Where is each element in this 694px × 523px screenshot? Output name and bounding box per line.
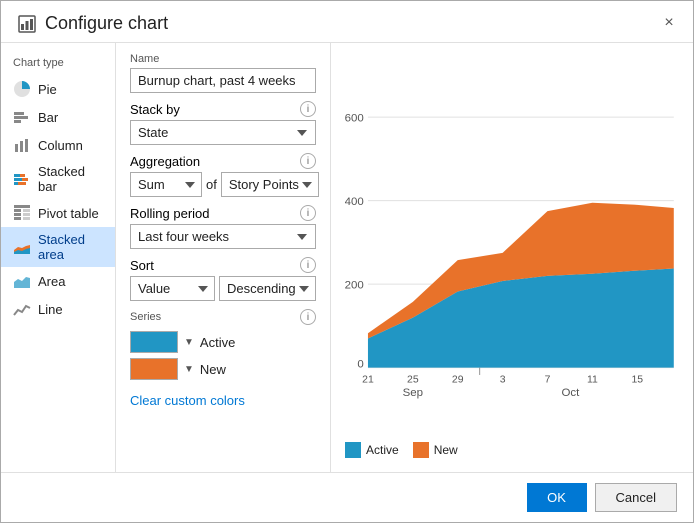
chart-type-pie[interactable]: Pie [1, 75, 115, 103]
sort-label: Sort [130, 258, 154, 273]
svg-text:11: 11 [587, 374, 598, 385]
series-new-color-swatch[interactable] [130, 358, 178, 380]
legend-color-new [413, 442, 429, 458]
series-active-name: Active [200, 335, 235, 350]
chart-type-column[interactable]: Column [1, 131, 115, 159]
stack-by-info-icon[interactable]: i [300, 101, 316, 117]
svg-text:29: 29 [452, 374, 464, 385]
chart-type-pivot-table-label: Pivot table [38, 206, 99, 221]
series-section: Series i ▼ Active ▼ New Clear custom col… [130, 309, 316, 408]
chart-type-line[interactable]: Line [1, 295, 115, 323]
rolling-period-select[interactable]: Last four weeks [130, 224, 316, 249]
aggregation-field-select[interactable]: Story Points [221, 172, 319, 197]
name-input[interactable] [130, 68, 316, 93]
chart-type-stacked-bar[interactable]: Stacked bar [1, 159, 115, 199]
ok-button[interactable]: OK [527, 483, 587, 512]
series-item-active: ▼ Active [130, 331, 316, 353]
chart-type-line-label: Line [38, 302, 63, 317]
svg-text:3: 3 [500, 374, 506, 385]
svg-text:7: 7 [545, 374, 551, 385]
aggregation-label: Aggregation [130, 154, 200, 169]
stack-by-field-header: Stack by i [130, 101, 316, 117]
chart-type-area-label: Area [38, 274, 65, 289]
rolling-period-field-header: Rolling period i [130, 205, 316, 221]
series-info-icon[interactable]: i [300, 309, 316, 325]
rolling-period-label: Rolling period [130, 206, 210, 221]
chart-type-label: Chart type [1, 53, 115, 75]
svg-text:Oct: Oct [562, 387, 581, 399]
series-new-name: New [200, 362, 226, 377]
cancel-button[interactable]: Cancel [595, 483, 677, 512]
svg-text:15: 15 [631, 374, 643, 385]
dialog-header: Configure chart × [1, 1, 693, 43]
chart-type-stacked-bar-label: Stacked bar [38, 164, 103, 194]
column-icon [13, 136, 31, 154]
rolling-period-info-icon[interactable]: i [300, 205, 316, 221]
legend-color-active [345, 442, 361, 458]
series-header: Series i [130, 309, 316, 325]
svg-text:600: 600 [345, 112, 364, 124]
name-label: Name [130, 53, 316, 65]
area-icon [13, 272, 31, 290]
sort-info-icon[interactable]: i [300, 257, 316, 273]
chart-area-active [368, 269, 674, 368]
sort-field-select[interactable]: Value [130, 276, 215, 301]
chart-type-pie-label: Pie [38, 82, 57, 97]
svg-text:0: 0 [357, 359, 363, 371]
dialog-footer: OK Cancel [1, 472, 693, 522]
chart-area: 600 400 200 0 21 25 [345, 53, 679, 436]
aggregation-of-text: of [206, 177, 217, 192]
series-new-chevron[interactable]: ▼ [184, 364, 194, 375]
chart-type-stacked-area-label: Stacked area [38, 232, 103, 262]
chart-type-panel: Chart type Pie [1, 43, 116, 472]
chart-type-stacked-area[interactable]: Stacked area [1, 227, 115, 267]
bar-icon [13, 108, 31, 126]
series-active-color-swatch[interactable] [130, 331, 178, 353]
legend-item-new: New [413, 442, 458, 458]
legend-label-new: New [434, 443, 458, 457]
stack-by-select[interactable]: State [130, 120, 316, 145]
sort-field-header: Sort i [130, 257, 316, 273]
chart-type-pivot-table[interactable]: Pivot table [1, 199, 115, 227]
chart-type-bar[interactable]: Bar [1, 103, 115, 131]
chart-type-bar-label: Bar [38, 110, 58, 125]
clear-custom-colors-link[interactable]: Clear custom colors [130, 393, 245, 408]
configure-chart-dialog: Configure chart × Chart type Pie [0, 0, 694, 523]
close-button[interactable]: × [657, 11, 681, 35]
svg-text:400: 400 [345, 196, 364, 208]
aggregation-info-icon[interactable]: i [300, 153, 316, 169]
svg-text:Sep: Sep [403, 387, 423, 399]
aggregation-function-select[interactable]: Sum [130, 172, 202, 197]
svg-text:200: 200 [345, 279, 364, 291]
sort-direction-select[interactable]: Descending [219, 276, 316, 301]
series-label: Series [130, 311, 161, 323]
aggregation-row: Sum of Story Points [130, 172, 316, 197]
legend-item-active: Active [345, 442, 399, 458]
pie-icon [13, 80, 31, 98]
stack-by-label: Stack by [130, 102, 180, 117]
dialog-body: Chart type Pie [1, 43, 693, 472]
stacked-bar-icon [13, 170, 31, 188]
series-item-new: ▼ New [130, 358, 316, 380]
chart-type-column-label: Column [38, 138, 83, 153]
svg-text:25: 25 [407, 374, 419, 385]
chart-preview-panel: 600 400 200 0 21 25 [331, 43, 693, 472]
series-active-chevron[interactable]: ▼ [184, 337, 194, 348]
stacked-area-icon [13, 238, 31, 256]
sort-row: Value Descending [130, 276, 316, 301]
chart-svg: 600 400 200 0 21 25 [345, 53, 679, 436]
settings-panel: Name Stack by i State Aggregation i Sum … [116, 43, 331, 472]
legend-label-active: Active [366, 443, 399, 457]
pivot-table-icon [13, 204, 31, 222]
chart-type-area[interactable]: Area [1, 267, 115, 295]
line-icon [13, 300, 31, 318]
aggregation-field-header: Aggregation i [130, 153, 316, 169]
chart-config-icon [17, 14, 37, 34]
chart-legend: Active New [345, 436, 679, 462]
dialog-title: Configure chart [45, 13, 168, 34]
svg-text:21: 21 [362, 374, 374, 385]
